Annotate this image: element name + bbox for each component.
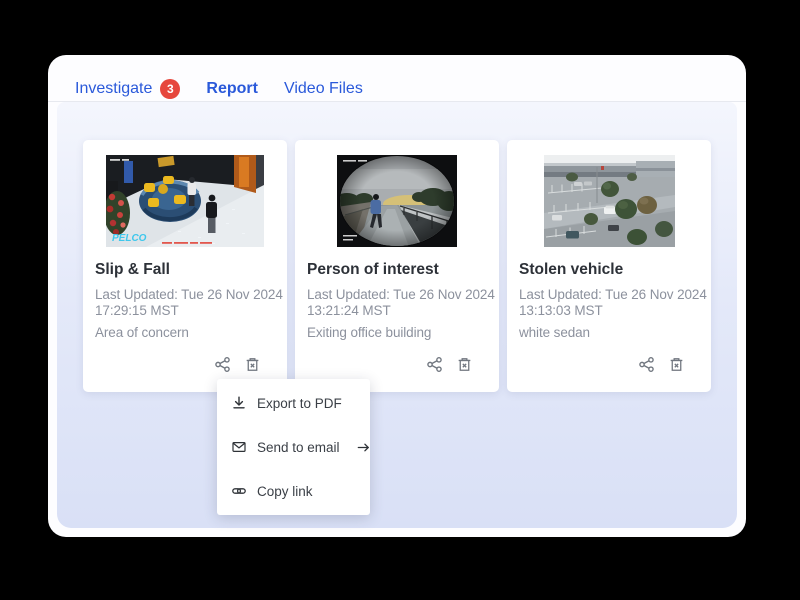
pelco-watermark: PELCO	[112, 233, 147, 244]
card-note: white sedan	[519, 325, 699, 340]
tab-report-label: Report	[206, 80, 258, 98]
card-title: Person of interest	[307, 261, 487, 279]
share-button[interactable]	[638, 356, 655, 373]
card-note: Exiting office building	[307, 325, 487, 340]
menu-item-label: Export to PDF	[257, 396, 342, 411]
share-button[interactable]	[214, 356, 231, 373]
card-last-updated: Last Updated: Tue 26 Nov 2024 13:21:24 M…	[307, 287, 487, 319]
camera-snapshot-person-of-interest	[295, 155, 499, 247]
report-card-person-of-interest: Person of interest Last Updated: Tue 26 …	[295, 140, 499, 392]
card-last-updated: Last Updated: Tue 26 Nov 2024 17:29:15 M…	[95, 287, 275, 319]
delete-icon	[244, 356, 261, 373]
card-title: Slip & Fall	[95, 261, 275, 279]
report-card-stolen-vehicle: Stolen vehicle Last Updated: Tue 26 Nov …	[507, 140, 711, 392]
delete-button[interactable]	[668, 356, 685, 373]
card-last-updated: Last Updated: Tue 26 Nov 2024 13:13:03 M…	[519, 287, 699, 319]
tab-video-files-label: Video Files	[284, 80, 363, 98]
investigate-count-badge: 3	[160, 79, 180, 99]
delete-icon	[668, 356, 685, 373]
share-icon	[638, 356, 655, 373]
arrow-right-icon	[356, 440, 371, 455]
email-icon	[231, 439, 247, 455]
menu-item-copy-link[interactable]: Copy link	[217, 469, 370, 513]
report-card-slip-fall: PELCO Slip & Fall Last Updated: Tue 26 N…	[83, 140, 287, 392]
card-title: Stolen vehicle	[519, 261, 699, 279]
menu-item-send-email[interactable]: Send to email	[217, 425, 370, 469]
tab-investigate-label: Investigate	[75, 80, 152, 98]
menu-item-export-pdf[interactable]: Export to PDF	[217, 381, 370, 425]
tab-report[interactable]: Report	[206, 77, 258, 101]
screen: Investigate 3 Report Video Files	[0, 0, 800, 600]
delete-button[interactable]	[244, 356, 261, 373]
share-button[interactable]	[426, 356, 443, 373]
camera-snapshot-slip-fall: PELCO	[83, 155, 287, 247]
delete-button[interactable]	[456, 356, 473, 373]
tab-investigate[interactable]: Investigate 3	[75, 77, 180, 101]
tab-video-files[interactable]: Video Files	[284, 77, 363, 101]
card-actions	[214, 356, 261, 373]
link-icon	[231, 483, 247, 499]
delete-icon	[456, 356, 473, 373]
tab-bar: Investigate 3 Report Video Files	[48, 55, 746, 102]
app-window: Investigate 3 Report Video Files	[48, 55, 746, 537]
menu-item-label: Send to email	[257, 440, 340, 455]
context-menu: Export to PDF Send to email	[217, 379, 370, 515]
camera-snapshot-stolen-vehicle	[507, 155, 711, 247]
card-actions	[426, 356, 473, 373]
card-actions	[638, 356, 685, 373]
menu-item-label: Copy link	[257, 484, 313, 499]
download-icon	[231, 395, 247, 411]
card-note: Area of concern	[95, 325, 275, 340]
share-icon	[214, 356, 231, 373]
share-icon	[426, 356, 443, 373]
